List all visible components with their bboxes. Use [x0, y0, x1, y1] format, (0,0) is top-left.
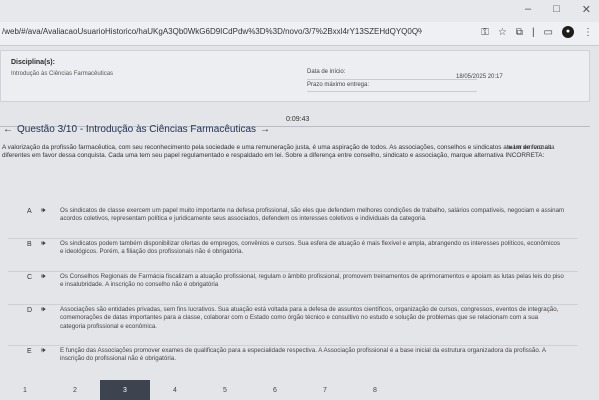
page-button[interactable]: 5 — [200, 380, 250, 400]
page-button[interactable]: 8 — [350, 380, 400, 400]
page-button[interactable]: 6 — [250, 380, 300, 400]
option-text: Associações são entidades privadas, sem … — [60, 306, 559, 330]
next-question-icon[interactable]: → — [260, 124, 270, 135]
discipline-name: Introdução às Ciências Farmacêuticas — [11, 71, 114, 77]
speaker-icon[interactable]: 🕪 — [41, 207, 45, 215]
option-letter: B — [27, 241, 32, 248]
option-letter: D — [27, 307, 33, 314]
option-e[interactable]: E 🕪 E função das Associações promover ex… — [0, 345, 590, 379]
start-date-value: 18/05/2025 20:17 — [456, 74, 503, 80]
option-letter: E — [27, 348, 32, 355]
option-text: Os sindicatos podem também disponibiliza… — [60, 240, 561, 256]
timer: 0:09:43 — [286, 116, 310, 123]
window-controls: – □ ✕ — [525, 3, 591, 16]
option-d[interactable]: D 🕪 Associações são entidades privadas, … — [0, 304, 590, 346]
option-c[interactable]: C 🕪 Os Conselhos Regionais de Farmácia f… — [0, 271, 590, 305]
speaker-icon[interactable]: 🕪 — [41, 306, 45, 314]
page-button[interactable]: 1 — [0, 380, 50, 400]
browser-toolbar-icons: ⚿ ☆ ⧉ | ▭ ● ⋮ — [481, 26, 593, 38]
question-title: Questão 3/10 - Introdução às Ciências Fa… — [17, 124, 257, 135]
key-icon[interactable]: ⚿ — [481, 27, 489, 38]
option-text: E função das Associações promover exames… — [60, 347, 546, 363]
divider-icon: | — [531, 26, 535, 38]
speaker-icon[interactable]: 🕪 — [41, 240, 45, 248]
prev-question-icon[interactable]: ← — [3, 124, 13, 135]
option-letter: C — [27, 274, 33, 281]
date-divider — [307, 79, 477, 80]
star-icon[interactable]: ☆ — [498, 27, 507, 38]
question-stem: A valorização da profissão farmacêutica,… — [2, 144, 552, 160]
maximize-icon[interactable]: □ — [553, 3, 560, 16]
option-text: Os Conselhos Regionais de Farmácia fisca… — [60, 273, 564, 289]
option-a[interactable]: A 🕪 Os sindicatos de classe exercem um p… — [0, 205, 590, 239]
option-letter: A — [27, 208, 32, 215]
minimize-icon[interactable]: – — [525, 3, 531, 16]
deadline-divider — [307, 91, 477, 92]
page-button-current[interactable]: 3 — [100, 380, 150, 400]
question-nav: ← Questão 3/10 - Introdução às Ciências … — [3, 124, 270, 135]
page-button[interactable]: 7 — [300, 380, 350, 400]
page-button[interactable]: 4 — [150, 380, 200, 400]
close-icon[interactable]: ✕ — [582, 3, 591, 16]
option-text: Os sindicatos de classe exercem um papel… — [60, 207, 565, 223]
start-date-label: Data de início: — [307, 69, 346, 75]
discipline-label: Disciplina(s): — [11, 59, 55, 66]
extensions-icon[interactable]: ⧉ — [516, 27, 523, 38]
menu-icon[interactable]: ⋮ — [583, 27, 593, 38]
url-field[interactable]: /web/#/ava/AvaliacaoUsuarioHistorico/haU… — [2, 27, 422, 36]
speaker-icon[interactable]: 🕪 — [41, 347, 45, 355]
speaker-icon[interactable]: 🕪 — [41, 273, 45, 281]
sidepanel-icon[interactable]: ▭ — [544, 27, 553, 38]
question-pager: 1 2 3 4 5 6 7 8 — [0, 380, 599, 400]
page-content: Disciplina(s): Introdução às Ciências Fa… — [0, 46, 599, 400]
profile-avatar-icon[interactable]: ● — [562, 26, 574, 38]
os-title-strip: – □ ✕ — [0, 0, 599, 22]
option-b[interactable]: B 🕪 Os sindicatos podem também disponibi… — [0, 238, 590, 272]
page-button[interactable]: 2 — [50, 380, 100, 400]
deadline-label: Prazo máximo entrega: — [307, 82, 370, 88]
info-card: Disciplina(s): Introdução às Ciências Fa… — [0, 50, 590, 102]
address-bar: /web/#/ava/AvaliacaoUsuarioHistorico/haU… — [0, 22, 599, 46]
